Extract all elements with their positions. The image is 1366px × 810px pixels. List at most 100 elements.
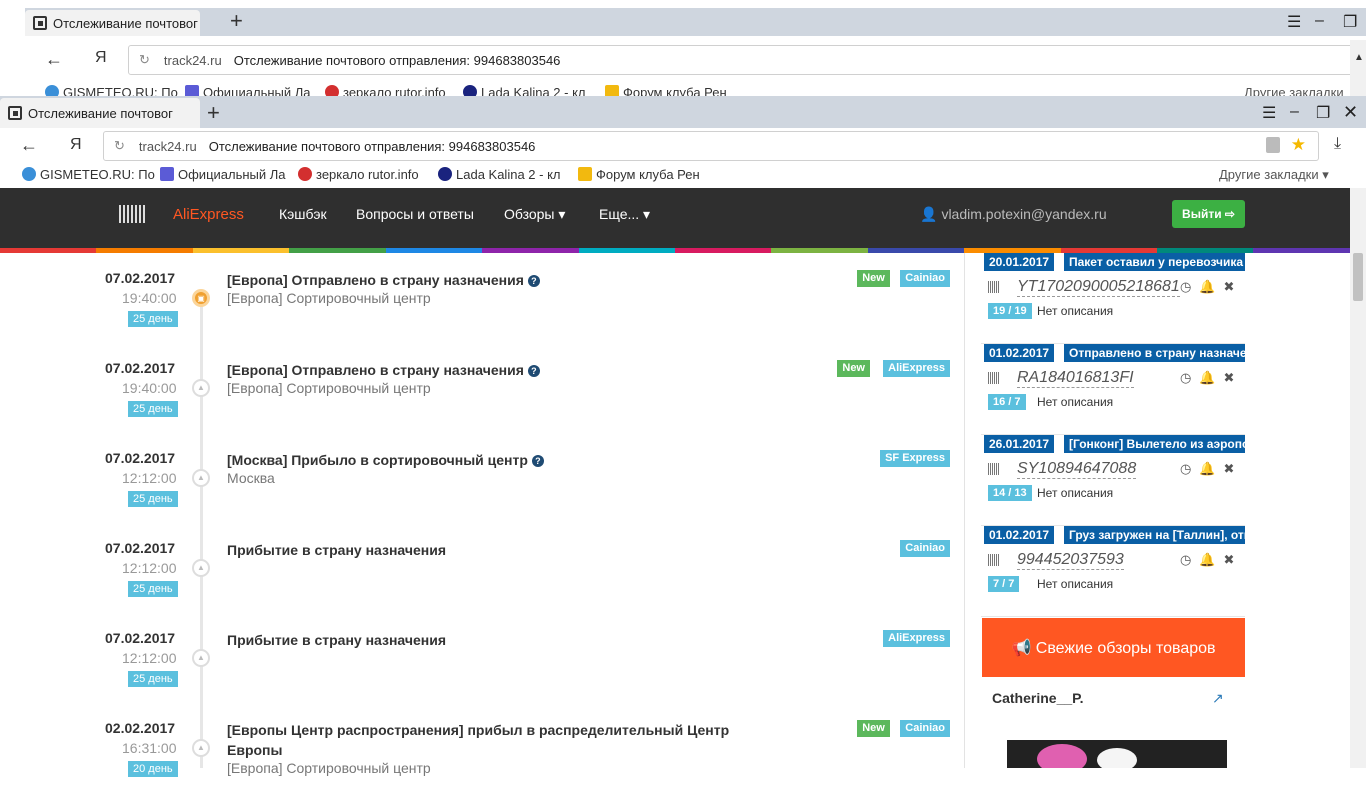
timeline-event: 07.02.2017 19:40:00 25 день [Европа] Отправ… bbox=[0, 360, 960, 450]
clock-icon[interactable]: ◷ bbox=[1180, 370, 1199, 385]
user-account[interactable]: 👤 vladim.potexin@yandex.ru bbox=[920, 206, 1107, 223]
yandex-button[interactable]: Я bbox=[70, 136, 82, 154]
parcel-count-badge: 14 / 13 bbox=[988, 485, 1032, 501]
bookmark-gismeteo[interactable]: GISMETEO.RU: По bbox=[22, 167, 155, 182]
bell-icon[interactable]: 🔔 bbox=[1199, 461, 1223, 476]
bell-icon[interactable]: 🔔 bbox=[1199, 552, 1223, 567]
parcel-actions: ◷🔔✖ bbox=[1180, 370, 1242, 386]
back-arrow-icon[interactable]: ← bbox=[20, 135, 38, 156]
nav-more-dropdown[interactable]: Еще... ▾ bbox=[599, 206, 650, 223]
scroll-up-arrow-icon[interactable]: ▲ bbox=[1354, 52, 1364, 63]
delete-icon[interactable]: ✖ bbox=[1224, 461, 1243, 476]
timeline-event: 07.02.2017 12:12:00 25 день Прибытие в стра… bbox=[0, 540, 960, 630]
tracked-parcel-card[interactable]: 01.02.2017 Груз загружен на [Таллин], отп… bbox=[981, 526, 1245, 617]
minimize-icon[interactable]: – bbox=[1315, 12, 1324, 30]
lk-icon bbox=[160, 167, 174, 181]
review-author[interactable]: Catherine__P. bbox=[992, 690, 1084, 706]
eye-icon bbox=[438, 167, 452, 181]
parcel-number[interactable]: SY10894647088 bbox=[1017, 460, 1137, 479]
menu-icon[interactable]: ☰ bbox=[1262, 103, 1276, 123]
delete-icon[interactable]: ✖ bbox=[1224, 552, 1243, 567]
url-host: track24.ru bbox=[138, 138, 197, 154]
parcel-number[interactable]: YT1702090005218681 bbox=[1017, 278, 1180, 297]
event-date: 07.02.2017 bbox=[105, 540, 176, 556]
bookmark-official[interactable]: Официальный Ла bbox=[160, 167, 286, 182]
reload-icon[interactable]: ↻ bbox=[139, 52, 150, 68]
bell-icon[interactable]: 🔔 bbox=[1199, 279, 1223, 294]
fresh-reviews-button[interactable]: 📢 Свежие обзоры товаров bbox=[982, 618, 1245, 677]
back-arrow-icon[interactable]: ← bbox=[45, 49, 63, 70]
external-link-icon[interactable]: ↗ bbox=[1212, 690, 1224, 707]
timeline-event: 07.02.2017 12:12:00 25 день [Москва] Прибыл… bbox=[0, 450, 960, 540]
clock-icon[interactable]: ◷ bbox=[1180, 552, 1199, 567]
clock-icon[interactable]: ◷ bbox=[1180, 461, 1199, 476]
service-badge: Cainiao bbox=[900, 720, 950, 737]
parcel-number[interactable]: RA184016813FI bbox=[1017, 369, 1134, 388]
help-icon[interactable]: ? bbox=[531, 455, 544, 467]
other-bookmarks[interactable]: Другие закладки ▾ bbox=[1219, 167, 1329, 183]
tracked-parcel-card[interactable]: 20.01.2017 Пакет оставил у перевозчика YT1… bbox=[981, 253, 1245, 344]
delete-icon[interactable]: ✖ bbox=[1224, 370, 1243, 385]
bookmark-label: Официальный Ла bbox=[178, 167, 286, 182]
stripe-segment bbox=[1253, 248, 1350, 253]
parcel-number[interactable]: 994452037593 bbox=[1017, 551, 1124, 570]
scrollbar-thumb[interactable] bbox=[1353, 253, 1363, 301]
reload-icon[interactable]: ↻ bbox=[114, 138, 125, 154]
event-title-text: [Европа] Отправлено в страну назначения bbox=[227, 362, 524, 378]
restore-icon[interactable]: ❐ bbox=[1316, 103, 1330, 123]
bookmark-star-icon[interactable]: ★ bbox=[1291, 135, 1306, 155]
nav-aliexpress[interactable]: AliExpress bbox=[173, 206, 244, 223]
event-time: 19:40:00 bbox=[122, 290, 177, 306]
new-tab-plus-icon[interactable]: + bbox=[207, 100, 220, 126]
parcel-date: 20.01.2017 bbox=[984, 253, 1055, 271]
page-scrollbar[interactable] bbox=[1350, 188, 1366, 768]
help-icon[interactable]: ? bbox=[527, 275, 540, 287]
background-tab[interactable]: Отслеживание почтовог bbox=[25, 10, 200, 36]
minimize-icon[interactable]: – bbox=[1290, 103, 1299, 121]
help-icon[interactable]: ? bbox=[527, 365, 540, 377]
tracked-parcel-card[interactable]: 26.01.2017 [Гонконг] Вылетело из аэропорт… bbox=[981, 435, 1245, 526]
url-field[interactable]: ↻ track24.ru Отслеживание почтового отпр… bbox=[103, 131, 1319, 161]
event-day-badge: 25 день bbox=[128, 401, 178, 417]
parcel-actions: ◷🔔✖ bbox=[1180, 279, 1242, 295]
site-navbar: AliExpress Кэшбэк Вопросы и ответы Обзор… bbox=[0, 188, 1350, 248]
service-badge: New bbox=[857, 720, 890, 737]
parcel-header: 01.02.2017 Груз загружен на [Таллин], отп… bbox=[984, 526, 1245, 544]
barcode-logo-icon[interactable] bbox=[119, 205, 145, 223]
tracked-parcel-card[interactable]: 01.02.2017 Отправлено в страну назначения… bbox=[981, 344, 1245, 435]
download-icon[interactable]: ⤓ bbox=[1334, 135, 1341, 153]
star-emblem-icon bbox=[298, 167, 312, 181]
close-icon[interactable]: ✕ bbox=[1343, 102, 1358, 123]
bookmark-renault[interactable]: Форум клуба Рен bbox=[578, 167, 700, 182]
bookmark-rutor[interactable]: зеркало rutor.info bbox=[298, 167, 419, 182]
background-address-bar: ← Я ↻ track24.ru Отслеживание почтового … bbox=[25, 36, 1366, 82]
yandex-button[interactable]: Я bbox=[95, 49, 107, 67]
parcel-header: 26.01.2017 [Гонконг] Вылетело из аэропорт… bbox=[984, 435, 1245, 453]
lock-icon[interactable] bbox=[1266, 137, 1280, 153]
parcel-description: Нет описания bbox=[1037, 486, 1114, 500]
clock-icon[interactable]: ◷ bbox=[1180, 279, 1199, 294]
bookmark-lada[interactable]: Lada Kalina 2 - кл bbox=[438, 167, 560, 182]
review-photo[interactable] bbox=[1007, 740, 1227, 768]
background-scrollbar bbox=[1350, 40, 1366, 96]
bell-icon[interactable]: 🔔 bbox=[1199, 370, 1223, 385]
active-tab[interactable]: Отслеживание почтовог bbox=[0, 98, 200, 128]
nav-cashback[interactable]: Кэшбэк bbox=[279, 206, 327, 222]
logout-button[interactable]: Выйти ⇨ bbox=[1172, 200, 1245, 228]
barcode-icon bbox=[988, 554, 1000, 566]
bookmark-label: Форум клуба Рен bbox=[596, 167, 700, 182]
background-url-field[interactable]: ↻ track24.ru Отслеживание почтового отпр… bbox=[128, 45, 1365, 75]
stripe-segment bbox=[867, 248, 965, 253]
event-location: [Европа] Сортировочный центр bbox=[227, 380, 431, 396]
new-tab-plus-icon[interactable]: + bbox=[230, 8, 243, 34]
menu-icon[interactable]: ☰ bbox=[1287, 12, 1301, 32]
nav-qa[interactable]: Вопросы и ответы bbox=[356, 206, 474, 222]
nav-reviews-dropdown[interactable]: Обзоры ▾ bbox=[504, 206, 565, 223]
service-badge: AliExpress bbox=[883, 360, 950, 377]
parcel-actions: ◷🔔✖ bbox=[1180, 461, 1242, 477]
restore-icon[interactable]: ❐ bbox=[1343, 12, 1357, 32]
event-day-badge: 25 день bbox=[128, 581, 178, 597]
event-location: [Европа] Сортировочный центр bbox=[227, 760, 431, 776]
stripe-segment bbox=[192, 248, 290, 253]
delete-icon[interactable]: ✖ bbox=[1224, 279, 1243, 294]
